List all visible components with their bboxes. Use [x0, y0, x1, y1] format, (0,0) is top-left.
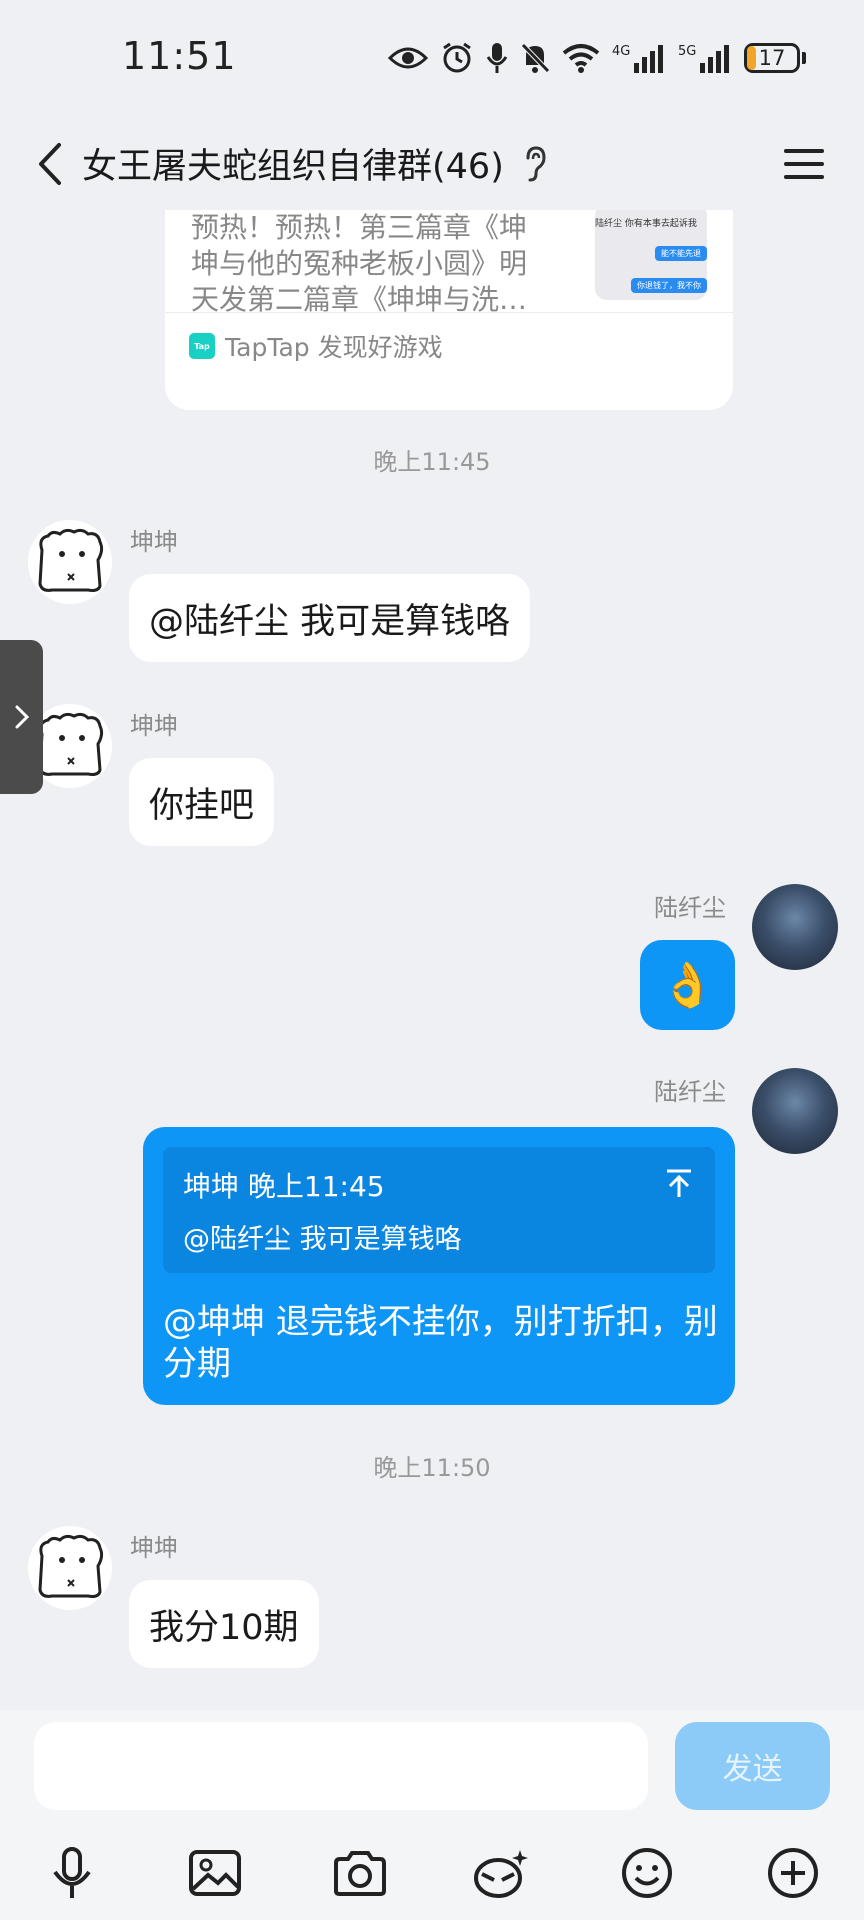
emoji-icon[interactable] — [614, 1840, 680, 1906]
thumbnail-line: 陆纤尘 你有本事去起诉我 — [595, 219, 697, 229]
send-button[interactable]: 发送 — [675, 1722, 830, 1810]
thumbnail-bubble: 你退钱了，我不你 — [631, 278, 707, 293]
battery-icon: 17 — [744, 43, 800, 73]
chevron-right-icon — [15, 705, 29, 729]
sender-name: 坤坤 — [130, 528, 178, 556]
message-timestamp: 晚上11:45 — [373, 448, 491, 476]
input-toolbar — [0, 1840, 864, 1910]
quoted-message-text: @陆纤尘 我可是算钱咯 — [183, 1224, 462, 1255]
message-list[interactable]: 预热！预热！第三篇章《坤坤与他的冤种老板小圆》明天发第二篇章《坤坤与洗… 陆纤尘… — [0, 210, 864, 1710]
eye-icon — [388, 47, 428, 69]
mute-bell-icon — [521, 43, 550, 73]
sender-name: 陆纤尘 — [654, 894, 726, 922]
side-drawer-tab[interactable] — [0, 640, 43, 794]
shared-card-thumbnail: 陆纤尘 你有本事去起诉我 能不能先退 你退钱了，我不你 — [595, 210, 707, 300]
chat-header: 女王屠夫蛇组织自律群(46) — [0, 118, 864, 210]
chevron-left-icon[interactable] — [26, 132, 74, 196]
sender-name: 坤坤 — [130, 712, 178, 740]
alarm-icon — [443, 42, 471, 73]
emoji-message-bubble[interactable]: 👌 — [640, 940, 735, 1030]
message-timestamp: 晚上11:50 — [373, 1454, 491, 1482]
shared-link-card[interactable]: 预热！预热！第三篇章《坤坤与他的冤种老板小圆》明天发第二篇章《坤坤与洗… 陆纤尘… — [165, 210, 733, 410]
battery-level: 17 — [758, 46, 786, 70]
jump-to-original-icon[interactable] — [663, 1167, 695, 1199]
reply-message-text: @坤坤 退完钱不挂你，别打折扣，别分期 — [163, 1302, 718, 1384]
quoted-message[interactable]: 坤坤 晚上11:45 @陆纤尘 我可是算钱咯 — [163, 1147, 715, 1273]
message-input[interactable] — [34, 1722, 648, 1810]
signal-5g-icon: 5G — [678, 44, 729, 73]
camera-icon[interactable] — [327, 1840, 393, 1906]
status-bar: 11:51 4G 5G 17 — [0, 0, 864, 118]
sender-name: 陆纤尘 — [654, 1078, 726, 1106]
group-title[interactable]: 女王屠夫蛇组织自律群(46) — [82, 138, 504, 189]
taptap-logo-icon: Tap — [189, 333, 215, 359]
message-bubble[interactable]: @陆纤尘 我可是算钱咯 — [129, 574, 531, 662]
thumbnail-bubble: 能不能先退 — [655, 246, 707, 261]
sender-name: 坤坤 — [130, 1534, 178, 1562]
message-bubble[interactable]: 我分10期 — [129, 1580, 319, 1668]
avatar[interactable] — [752, 1068, 838, 1154]
red-packet-icon[interactable] — [468, 1840, 534, 1906]
message-bubble[interactable]: 你挂吧 — [129, 758, 275, 846]
quoted-message-header: 坤坤 晚上11:45 — [183, 1170, 385, 1203]
mic-icon — [486, 43, 508, 73]
microphone-icon[interactable] — [39, 1840, 105, 1906]
svg-text:4G: 4G — [612, 44, 630, 59]
shared-card-source: TapTap 发现好游戏 — [225, 333, 443, 362]
image-icon[interactable] — [182, 1840, 248, 1906]
shared-card-footer: Tap TapTap 发现好游戏 — [189, 322, 443, 370]
status-time: 11:51 — [122, 34, 237, 78]
avatar[interactable] — [28, 520, 112, 604]
reply-message-bubble[interactable]: 坤坤 晚上11:45 @陆纤尘 我可是算钱咯 @坤坤 退完钱不挂你，别打折扣，别… — [143, 1127, 735, 1405]
status-icons: 4G 5G 17 — [388, 38, 806, 78]
shared-card-text: 预热！预热！第三篇章《坤坤与他的冤种老板小圆》明天发第二篇章《坤坤与洗… — [191, 211, 528, 316]
avatar[interactable] — [28, 1526, 112, 1610]
hamburger-menu-icon[interactable] — [780, 136, 828, 192]
wifi-icon — [562, 44, 600, 73]
svg-text:5G: 5G — [678, 44, 696, 59]
ear-icon[interactable] — [520, 144, 550, 184]
input-bar: 发送 — [0, 1710, 864, 1920]
plus-icon[interactable] — [760, 1840, 826, 1906]
divider — [165, 312, 733, 313]
avatar[interactable] — [752, 884, 838, 970]
signal-4g-icon: 4G — [612, 44, 663, 73]
